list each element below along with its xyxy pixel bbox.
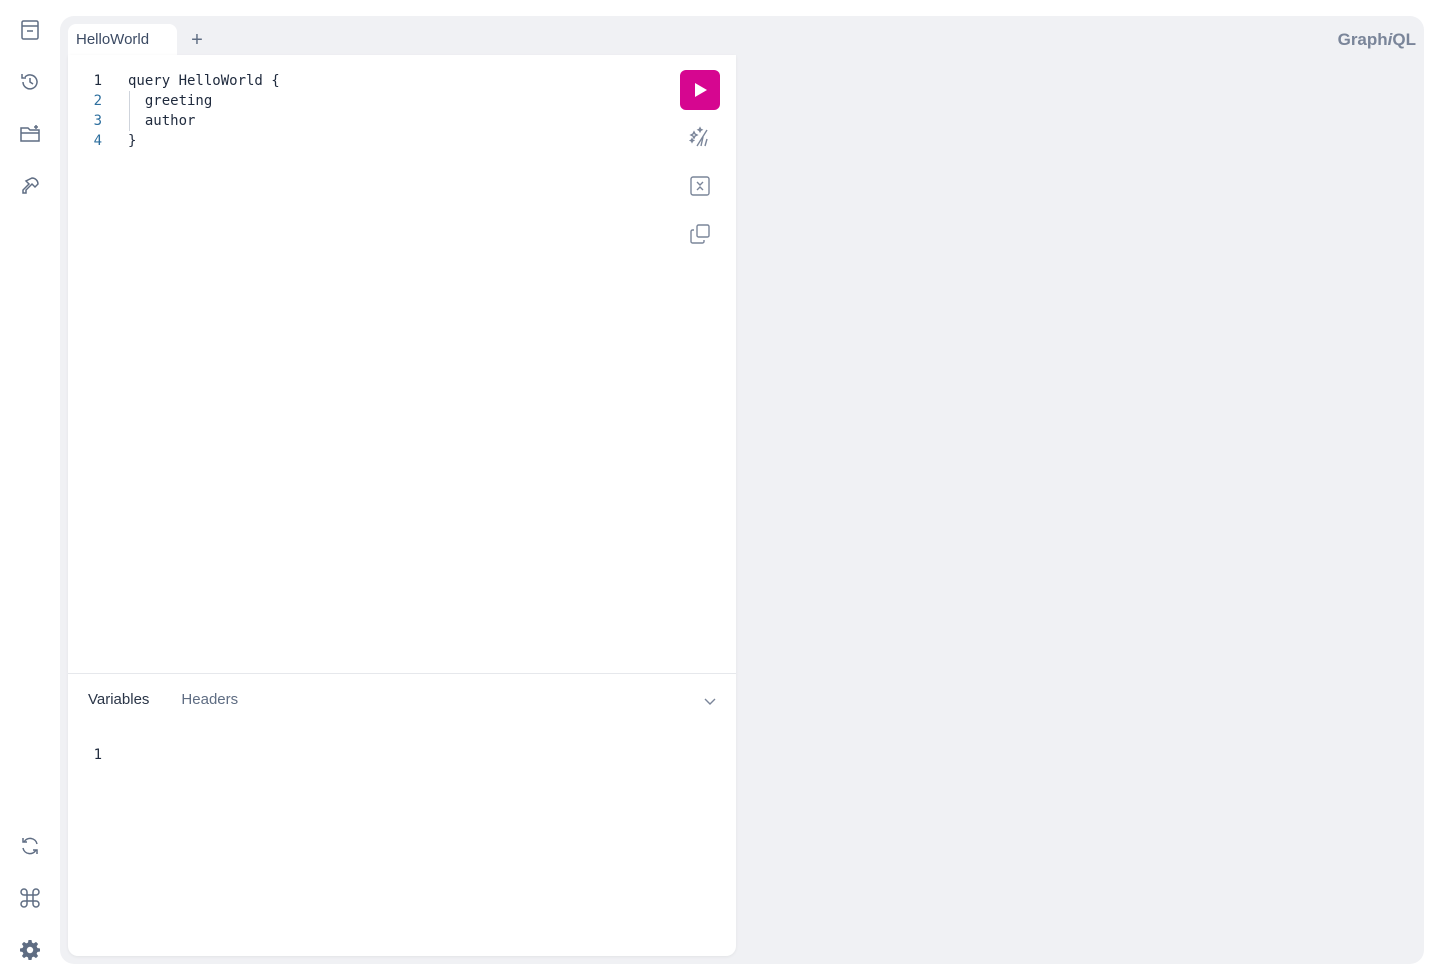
code-text: author — [128, 113, 196, 129]
line-number: 4 — [93, 133, 102, 149]
indent-guide — [129, 91, 130, 131]
line-number: 3 — [93, 113, 102, 129]
line-number: 1 — [93, 73, 102, 89]
docs-explorer-button[interactable] — [14, 14, 46, 46]
tab-helloworld[interactable]: HelloWorld — [68, 24, 177, 56]
refresh-icon — [22, 837, 38, 855]
editor-divider — [68, 673, 736, 674]
settings-button[interactable] — [14, 934, 46, 966]
copy-query-button[interactable] — [680, 214, 720, 254]
shortcuts-button[interactable] — [14, 882, 46, 914]
gear-icon — [20, 940, 40, 960]
code-line: 2 greeting — [68, 91, 668, 111]
code-text: } — [128, 133, 137, 149]
brand-suffix: QL — [1392, 30, 1416, 49]
refetch-schema-button[interactable] — [14, 830, 46, 862]
main-shell: HelloWorld + GraphiQL 1 query HelloWorld… — [60, 16, 1424, 964]
docs-icon — [21, 20, 39, 40]
query-editor[interactable]: 1 query HelloWorld { 2 greeting 3 author… — [68, 71, 668, 151]
code-line: 3 author — [68, 111, 668, 131]
run-button[interactable] — [680, 70, 720, 110]
prettify-icon — [688, 126, 708, 147]
tab-headers[interactable]: Headers — [181, 691, 238, 708]
code-line: 4 } — [68, 131, 668, 151]
variables-editor[interactable]: 1 — [68, 745, 128, 765]
query-editor-panel: 1 query HelloWorld { 2 greeting 3 author… — [68, 55, 736, 956]
code-text: greeting — [128, 93, 213, 109]
code-line: 1 — [68, 745, 128, 765]
variables-tabs: Variables Headers — [88, 691, 238, 708]
line-number: 1 — [93, 747, 102, 763]
merge-fragments-button[interactable] — [680, 166, 720, 206]
key-icon — [22, 177, 39, 194]
command-icon — [20, 888, 40, 908]
code-text: query HelloWorld { — [128, 73, 280, 89]
chevron-down-icon[interactable] — [700, 691, 720, 711]
brand-prefix: Graph — [1337, 30, 1388, 49]
add-tab-button[interactable]: + — [177, 24, 217, 56]
tab-bar: HelloWorld + — [68, 24, 217, 56]
tab-variables[interactable]: Variables — [88, 691, 149, 708]
graphiql-app: HelloWorld + GraphiQL 1 query HelloWorld… — [0, 0, 1440, 980]
sidebar — [0, 0, 60, 980]
code-line: 1 query HelloWorld { — [68, 71, 668, 91]
collections-button[interactable] — [14, 118, 46, 150]
history-icon — [21, 74, 38, 90]
line-number: 2 — [93, 93, 102, 109]
prettify-button[interactable] — [680, 118, 720, 158]
copy-icon — [690, 224, 710, 244]
play-icon — [695, 83, 707, 97]
graphiql-logo: GraphiQL — [1338, 30, 1416, 50]
auth-button[interactable] — [14, 170, 46, 202]
folder-icon — [20, 125, 40, 142]
editor-toolbar — [680, 70, 720, 254]
history-button[interactable] — [14, 66, 46, 98]
merge-icon — [690, 176, 710, 196]
